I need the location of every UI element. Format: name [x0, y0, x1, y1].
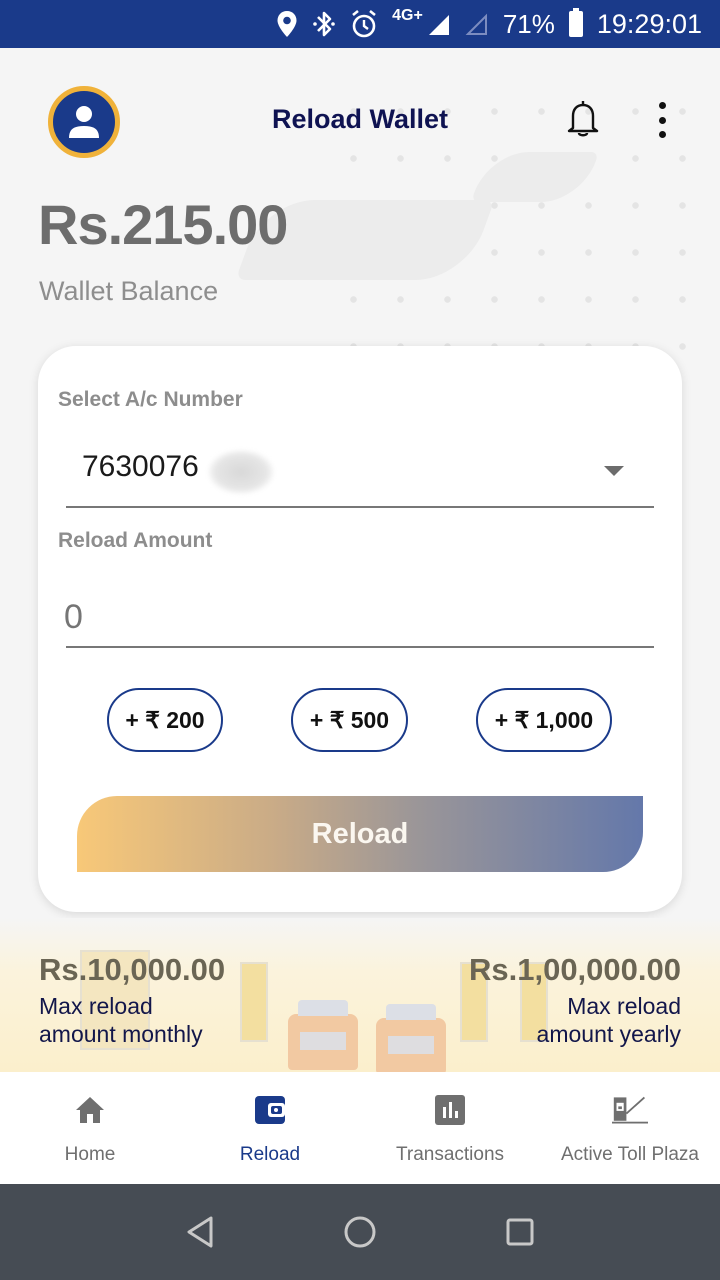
signal-empty-icon	[465, 9, 489, 39]
wallet-icon	[252, 1092, 288, 1128]
monthly-limit-label: Max reload amount monthly	[39, 993, 203, 1047]
location-icon	[276, 9, 298, 39]
reload-button[interactable]: Reload	[77, 796, 643, 872]
nav-label: Active Toll Plaza	[561, 1144, 699, 1165]
reload-amount-label: Reload Amount	[58, 529, 213, 552]
bluetooth-icon	[312, 9, 336, 39]
nav-item-active-toll-plaza[interactable]: Active Toll Plaza	[540, 1072, 720, 1184]
bottom-navigation: Home Reload Transactions Active Toll Pla…	[0, 1072, 720, 1184]
nav-label: Reload	[239, 1144, 301, 1165]
amount-input-underline	[66, 646, 654, 648]
network-type-label: 4G+	[392, 7, 423, 24]
home-icon	[72, 1092, 108, 1128]
signal-icon	[427, 9, 451, 39]
illustration-car	[288, 1000, 358, 1070]
wallet-balance-label: Wallet Balance	[39, 276, 219, 306]
nav-item-home[interactable]: Home	[0, 1072, 180, 1184]
more-options-button[interactable]	[650, 102, 674, 138]
chevron-down-icon[interactable]	[604, 466, 624, 476]
bell-icon	[567, 101, 599, 137]
nav-item-transactions[interactable]: Transactions	[360, 1072, 540, 1184]
page-title: Reload Wallet	[271, 104, 449, 134]
illustration-booth	[240, 962, 268, 1042]
back-button[interactable]	[180, 1212, 220, 1252]
app-screen: Reload Wallet Rs.215.00 Wallet Balance S…	[0, 48, 720, 1072]
quick-amount-500-button[interactable]: + ₹ 500	[291, 688, 408, 752]
status-bar: 4G+ 71% 19:29:01	[0, 0, 720, 48]
home-system-button[interactable]	[340, 1212, 380, 1252]
monthly-limit-amount: Rs.10,000.00	[39, 952, 226, 987]
reload-amount-input[interactable]	[64, 598, 624, 637]
recents-button[interactable]	[500, 1212, 540, 1252]
clock: 19:29:01	[596, 8, 702, 39]
yearly-limit-label: Max reload amount yearly	[536, 993, 681, 1047]
redacted-blur	[208, 450, 274, 494]
account-number-label: Select A/c Number	[58, 388, 243, 411]
account-number-value: 7630076	[82, 450, 199, 483]
system-navigation-bar	[0, 1184, 720, 1280]
quick-amount-1000-button[interactable]: + ₹ 1,000	[476, 688, 612, 752]
back-triangle-icon	[187, 1216, 213, 1248]
toll-plaza-illustration: Rs.10,000.00 Max reload amount monthly R…	[0, 918, 720, 1072]
bar-chart-icon	[432, 1092, 468, 1128]
notification-button[interactable]	[565, 98, 601, 138]
home-circle-icon	[344, 1216, 376, 1248]
illustration-car	[376, 1004, 446, 1072]
account-select-underline	[66, 506, 654, 508]
recents-square-icon	[506, 1218, 534, 1246]
battery-icon	[568, 8, 583, 37]
yearly-limit-amount: Rs.1,00,000.00	[468, 952, 681, 987]
alarm-icon	[350, 9, 378, 39]
nav-label: Home	[64, 1144, 116, 1165]
quick-amount-200-button[interactable]: + ₹ 200	[107, 688, 223, 752]
wallet-balance-amount: Rs.215.00	[38, 193, 288, 256]
nav-label: Transactions	[395, 1144, 505, 1165]
reload-form-card: Select A/c Number 7630076 Reload Amount …	[38, 346, 682, 912]
nav-item-reload[interactable]: Reload	[180, 1072, 360, 1184]
battery-percent: 71%	[502, 8, 555, 39]
toll-booth-icon	[612, 1092, 648, 1128]
more-vertical-icon	[658, 102, 666, 109]
